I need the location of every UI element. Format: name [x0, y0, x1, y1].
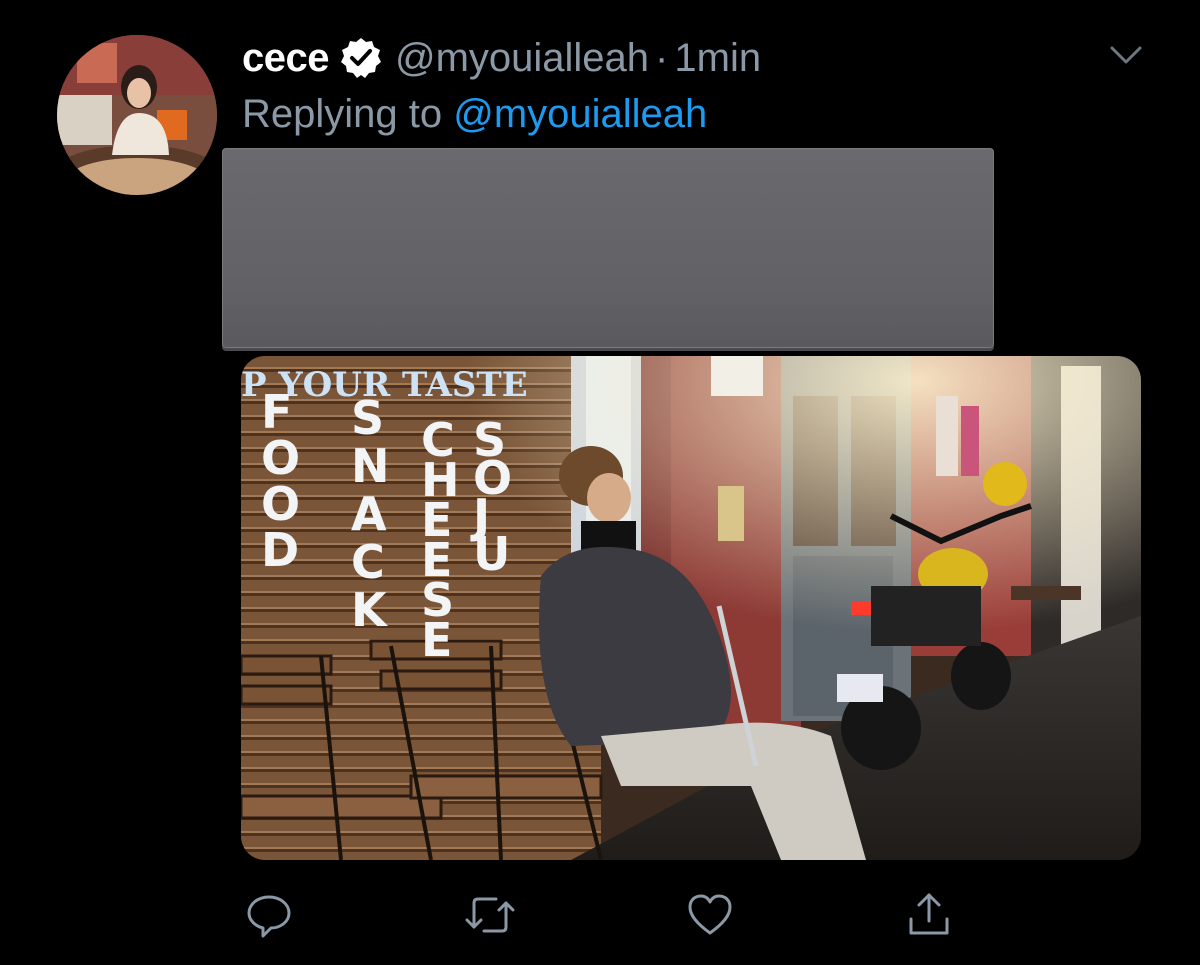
- sign-letter: E: [421, 613, 452, 667]
- sign-letter: K: [351, 583, 389, 637]
- chevron-down-icon[interactable]: [1106, 40, 1146, 70]
- sign-letter: C: [351, 535, 385, 589]
- tweet-header: cece @myouialleah · 1min: [242, 34, 761, 82]
- avatar[interactable]: [57, 35, 217, 195]
- reply-mention-link[interactable]: @myouialleah: [453, 92, 707, 136]
- sign-letter: A: [351, 487, 387, 541]
- timestamp[interactable]: 1min: [674, 36, 761, 81]
- replying-to: Replying to @myouialleah: [242, 92, 707, 137]
- heart-icon[interactable]: [686, 891, 734, 939]
- tweet[interactable]: cece @myouialleah · 1min Replying to @my…: [0, 0, 1200, 965]
- sign-letter: S: [351, 391, 384, 445]
- share-icon[interactable]: [905, 891, 953, 939]
- display-name[interactable]: cece: [242, 36, 329, 81]
- sign-letter: U: [473, 527, 510, 581]
- reply-prefix: Replying to: [242, 92, 454, 136]
- sign-letter: N: [351, 439, 390, 493]
- verified-badge-icon: [339, 36, 383, 80]
- tweet-media-photo[interactable]: P YOUR TASTE FOODSNACKCHEESESOJU: [241, 356, 1141, 860]
- separator-dot: ·: [655, 35, 669, 80]
- redaction-box: [222, 148, 994, 348]
- tweet-actions: [0, 885, 1200, 945]
- reply-icon[interactable]: [245, 891, 293, 939]
- retweet-icon[interactable]: [464, 891, 515, 939]
- sign-letter: D: [261, 523, 299, 577]
- handle[interactable]: @myouialleah: [395, 36, 649, 81]
